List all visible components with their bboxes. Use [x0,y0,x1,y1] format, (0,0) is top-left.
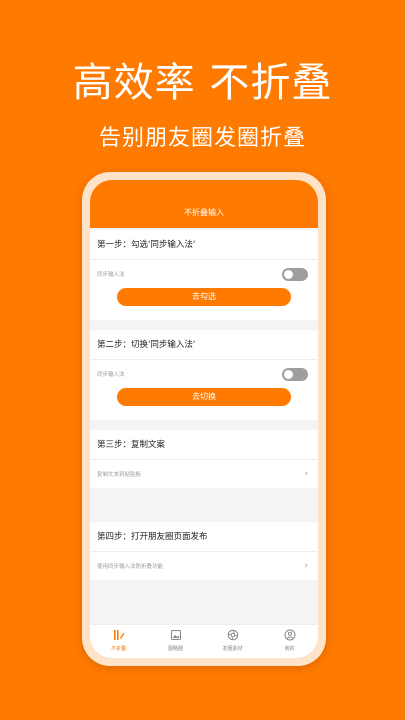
step-4-row-label: 使用同步输入法防折叠功能 [97,564,164,570]
user-icon [284,629,295,641]
chevron-right-icon: › [304,469,308,479]
app-header: 不折叠输入 [90,180,318,228]
step-2-row-label: 同步输入法 [97,372,125,378]
promo-subtitle: 告别朋友圈发圈折叠 [98,126,306,151]
select-input-method-button[interactable]: 去勾选 [117,288,291,306]
step-2-toggle[interactable] [282,367,308,381]
phone-frame: 不折叠输入 第一步：勾选'同步输入法' 同步输入法 去勾选 第二步：切换'同步输… [82,172,326,666]
step-1-button-wrap: 去勾选 [90,288,318,320]
tab-label: 发圈素材 [222,646,243,652]
step-2-row: 同步输入法 [90,360,318,388]
tab-label: 不折叠 [110,646,126,652]
tab-label: 图略圈 [167,646,183,652]
header-title: 不折叠输入 [184,208,224,217]
tab-no-fold[interactable]: 不折叠 [90,625,147,658]
step-3-row[interactable]: 复制文本到粘贴板 › [90,460,318,488]
step-2-button-wrap: 去切换 [90,388,318,420]
step-2-card: 第二步：切换'同步输入法' 同步输入法 去切换 [90,330,318,420]
promo-title: 高效率 不折叠 [72,60,333,106]
step-1-card: 第一步：勾选'同步输入法' 同步输入法 去勾选 [90,230,318,320]
phone-screen: 不折叠输入 第一步：勾选'同步输入法' 同步输入法 去勾选 第二步：切换'同步输… [90,180,318,658]
step-1-toggle[interactable] [282,267,308,281]
tab-profile[interactable]: 我的 [261,625,318,658]
tab-images[interactable]: 图略圈 [147,625,204,658]
step-3-row-label: 复制文本到粘贴板 [97,472,142,478]
step-1-title: 第一步：勾选'同步输入法' [90,230,318,260]
step-2-title: 第二步：切换'同步输入法' [90,330,318,360]
toggle-knob [284,369,293,379]
switch-input-method-button[interactable]: 去切换 [117,388,291,406]
tab-label: 我的 [284,646,295,652]
step-4-title: 第四步：打开朋友圈页面发布 [90,522,318,552]
edit-icon [113,630,124,640]
step-4-row[interactable]: 使用同步输入法防折叠功能 › [90,552,318,580]
step-3-card: 第三步：复制文案 复制文本到粘贴板 › [90,430,318,488]
step-3-title: 第三步：复制文案 [90,430,318,460]
step-1-row: 同步输入法 [90,260,318,288]
toggle-knob [284,269,293,279]
image-icon [170,630,181,640]
step-1-row-label: 同步输入法 [97,272,125,278]
steps-content: 第一步：勾选'同步输入法' 同步输入法 去勾选 第二步：切换'同步输入法' 同步… [90,228,318,624]
step-4-card: 第四步：打开朋友圈页面发布 使用同步输入法防折叠功能 › [90,522,318,580]
tab-bar: 不折叠 图略圈 发圈素材 我的 [90,624,318,658]
chevron-right-icon: › [304,561,308,571]
tab-materials[interactable]: 发圈素材 [204,625,261,658]
aperture-icon [227,629,238,641]
